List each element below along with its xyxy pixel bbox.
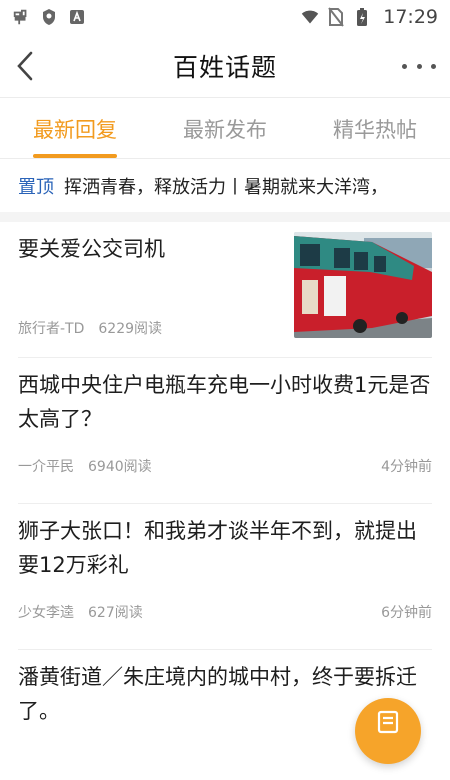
active-tab-underline [33, 154, 117, 158]
status-left-icons [12, 8, 86, 26]
back-button[interactable] [10, 50, 40, 82]
post-meta: 少女李逵 627阅读 [18, 602, 143, 622]
battery-charging-icon [353, 8, 371, 26]
post-item[interactable]: 狮子大张口！和我弟才谈半年不到，就提出要12万彩礼 少女李逵 627阅读 6分钟… [18, 504, 432, 650]
chevron-left-icon [17, 51, 33, 81]
pinned-text: 挥洒青春，释放活力丨暑期就来大洋湾， [64, 177, 388, 198]
page-title: 百姓话题 [172, 52, 277, 82]
pinned-tag: 置顶 [18, 177, 54, 198]
tab-label: 最新回复 [33, 117, 117, 142]
more-dot-icon [431, 63, 436, 69]
post-time: 4分钟前 [381, 459, 432, 475]
post-author: 少女李逵 [18, 605, 74, 621]
post-time: 6分钟前 [381, 605, 432, 621]
post-reads: 627阅读 [88, 605, 143, 621]
post-meta: 旅行者-TD 6229阅读 [18, 318, 162, 338]
no-sim-icon [327, 7, 345, 27]
top-nav-bar: 百姓话题 [0, 34, 450, 98]
tab-label: 最新发布 [183, 117, 267, 142]
status-time: 17:29 [383, 6, 438, 28]
compose-post-button[interactable] [355, 698, 421, 764]
post-reads: 6229阅读 [98, 321, 163, 337]
status-right-icons: 17:29 [301, 6, 438, 28]
post-author: 一介平民 [18, 459, 74, 475]
post-title: 西城中央住户电瓶车充电一小时收费1元是否太高了？ [18, 373, 431, 431]
pinned-post[interactable]: 置顶 挥洒青春，释放活力丨暑期就来大洋湾， [0, 160, 450, 212]
section-divider [0, 212, 450, 222]
post-author: 旅行者-TD [18, 321, 85, 337]
post-item[interactable]: 西城中央住户电瓶车充电一小时收费1元是否太高了？ 一介平民 6940阅读 4分钟… [18, 358, 432, 504]
a-badge-icon [68, 8, 86, 26]
wifi-icon [301, 8, 319, 26]
more-options-button[interactable] [402, 54, 436, 78]
post-item[interactable]: 要关爱公交司机 旅行者-TD 6229阅读 [18, 222, 432, 358]
tab-label: 精华热帖 [333, 117, 417, 142]
post-title: 要关爱公交司机 [18, 237, 165, 261]
bus-photo-image [294, 232, 432, 338]
more-dot-icon [402, 63, 407, 69]
post-feed: 要关爱公交司机 旅行者-TD 6229阅读 西城中央住户电瓶车充电一小时收费1元… [0, 222, 450, 780]
app-logo-icon [12, 8, 30, 26]
tab-latest-replies[interactable]: 最新回复 [0, 99, 150, 158]
post-title: 狮子大张口！和我弟才谈半年不到，就提出要12万彩礼 [18, 519, 417, 577]
tab-featured-hot[interactable]: 精华热帖 [300, 99, 450, 158]
post-reads: 6940阅读 [88, 459, 152, 475]
compose-icon [377, 710, 399, 734]
topic-tabs: 最新回复 最新发布 精华热帖 [0, 99, 450, 159]
post-meta: 一介平民 6940阅读 [18, 456, 152, 476]
shield-icon [40, 8, 58, 26]
more-dot-icon [416, 63, 422, 69]
status-bar: 17:29 [0, 0, 450, 34]
tab-latest-posts[interactable]: 最新发布 [150, 99, 300, 158]
post-thumbnail [294, 232, 432, 338]
